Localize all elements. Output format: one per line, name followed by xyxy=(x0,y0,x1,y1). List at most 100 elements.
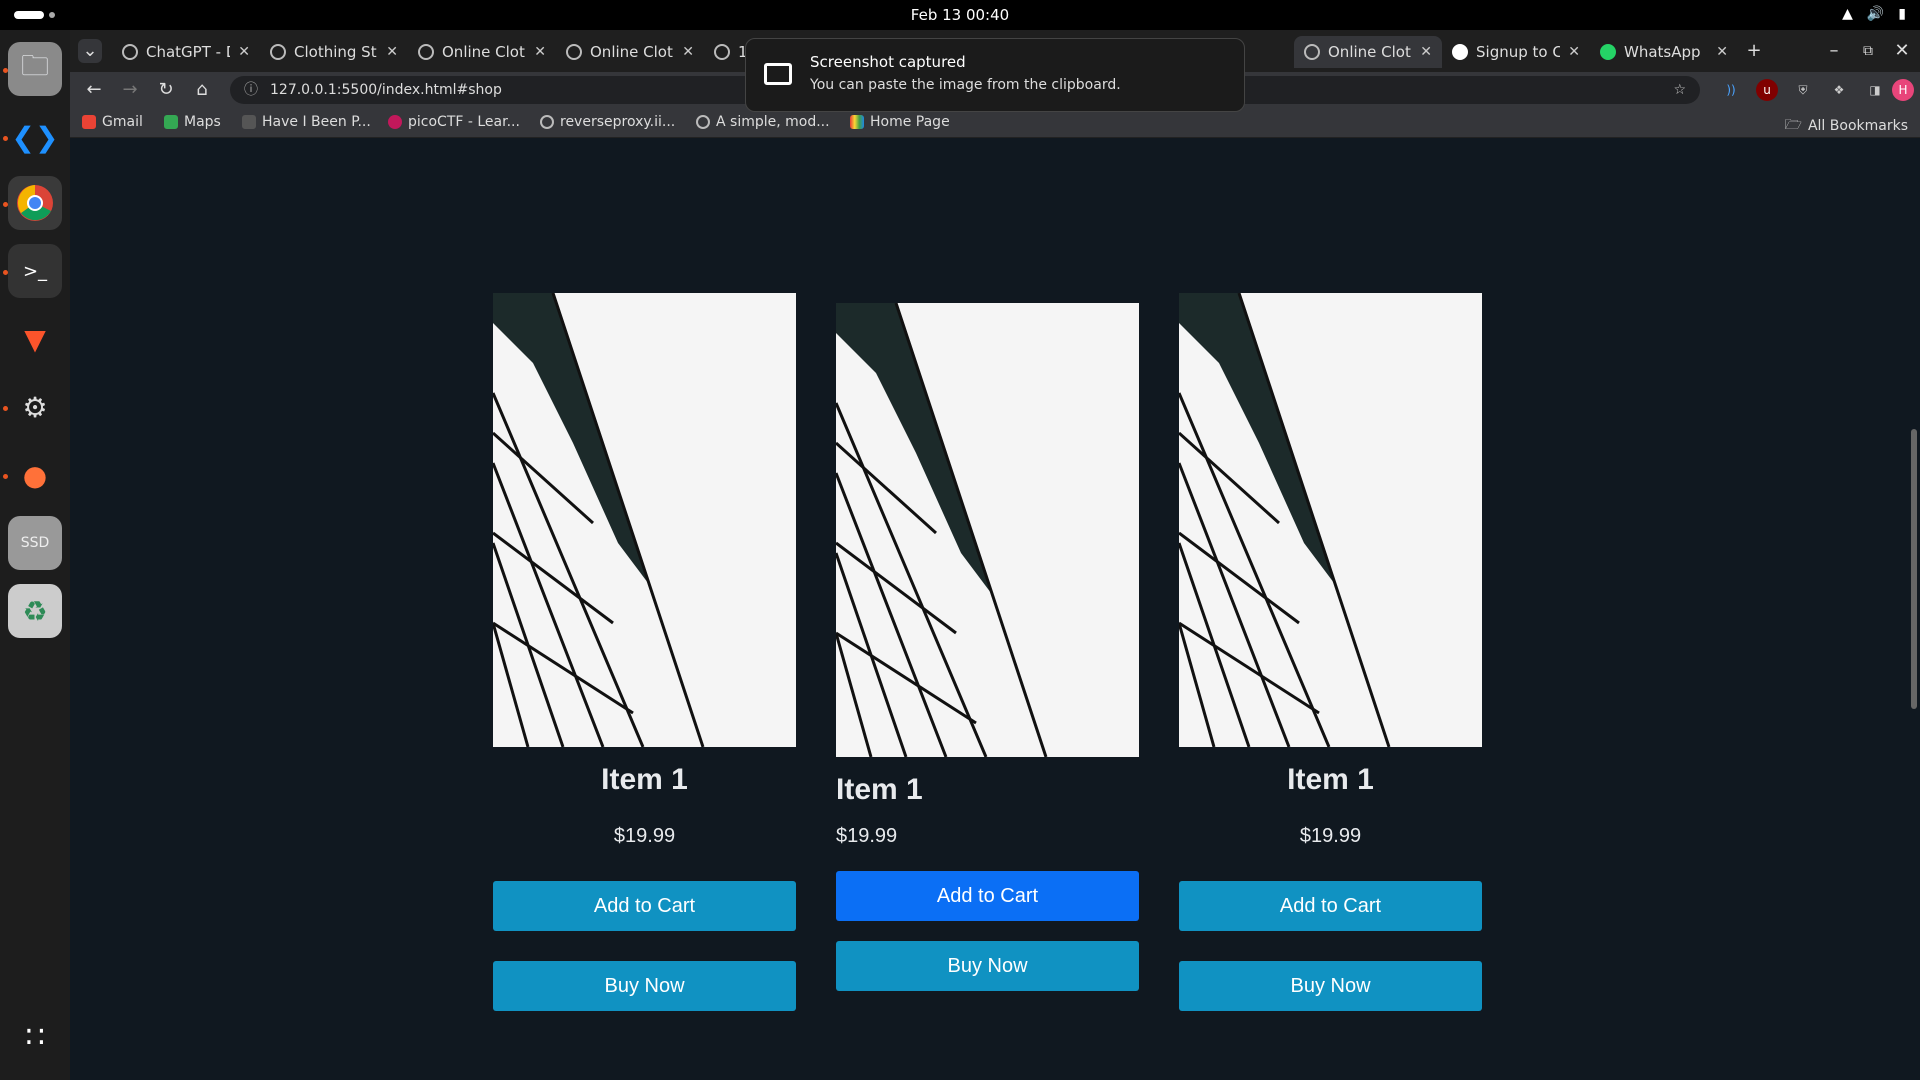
ssd-icon[interactable]: SSD xyxy=(8,516,62,570)
globe-icon xyxy=(696,115,710,129)
tab-online-clothing[interactable]: Online Clot ✕ xyxy=(408,36,556,68)
building-photo xyxy=(1179,293,1482,747)
product-price: $19.99 xyxy=(836,825,898,847)
bookmark-hibp[interactable]: Have I Been P... xyxy=(242,114,371,130)
all-bookmarks[interactable]: 🗁 All Bookmarks xyxy=(1785,114,1908,138)
hibp-icon xyxy=(242,115,256,129)
bookmark-reverseproxy[interactable]: reverseproxy.ii... xyxy=(540,114,675,130)
add-to-cart-button[interactable]: Add to Cart xyxy=(1179,881,1482,931)
new-tab-icon[interactable]: + xyxy=(1742,39,1766,63)
home-icon[interactable]: ⌂ xyxy=(190,78,214,102)
extension-icon[interactable]: )) xyxy=(1720,79,1742,101)
system-tray[interactable]: ▲ 🔊 ▮ xyxy=(1842,6,1906,22)
scrollbar-thumb[interactable] xyxy=(1911,429,1917,709)
github-icon xyxy=(1452,44,1468,60)
product-name: Item 1 xyxy=(601,763,688,796)
close-tab-icon[interactable]: ✕ xyxy=(534,44,546,60)
bookmark-simple-mod[interactable]: A simple, mod... xyxy=(696,114,830,130)
screenshot-notification[interactable]: Screenshot captured You can paste the im… xyxy=(745,38,1245,112)
globe-icon xyxy=(270,44,286,60)
battery-icon: ▮ xyxy=(1898,6,1906,22)
close-tab-icon[interactable]: ✕ xyxy=(1568,44,1580,60)
tab-online-clothing-active[interactable]: Online Clot ✕ xyxy=(1294,36,1442,68)
building-photo xyxy=(493,293,796,747)
trash-icon[interactable]: ♻ xyxy=(8,584,62,638)
product-name: Item 1 xyxy=(836,773,923,806)
bookmark-home-page[interactable]: Home Page xyxy=(850,114,950,130)
notification-body: You can paste the image from the clipboa… xyxy=(810,77,1121,93)
back-icon[interactable]: ← xyxy=(82,78,106,102)
terminal-icon[interactable]: >_ xyxy=(8,244,62,298)
close-tab-icon[interactable]: ✕ xyxy=(1420,44,1432,60)
tab-whatsapp[interactable]: WhatsApp ✕ xyxy=(1590,36,1738,68)
close-window-icon[interactable]: ✕ xyxy=(1890,39,1914,63)
tab-chatgpt[interactable]: ChatGPT - D ✕ xyxy=(112,36,260,68)
running-indicator xyxy=(3,474,8,479)
product-price: $19.99 xyxy=(613,825,676,847)
picoctf-icon xyxy=(388,115,402,129)
tab-github[interactable]: Signup to C ✕ xyxy=(1442,36,1590,68)
screenshot-icon xyxy=(764,63,792,85)
bookmark-maps[interactable]: Maps xyxy=(164,114,221,130)
product-image[interactable] xyxy=(836,303,1139,757)
firefox-icon[interactable]: ● xyxy=(8,448,62,502)
settings-icon[interactable]: ⚙ xyxy=(8,380,62,434)
globe-icon xyxy=(540,115,554,129)
bookmark-picoctf[interactable]: picoCTF - Lear... xyxy=(388,114,520,130)
globe-icon xyxy=(714,44,730,60)
site-info-icon[interactable]: ⓘ xyxy=(244,76,258,104)
whatsapp-icon xyxy=(1600,44,1616,60)
page-scrollbar[interactable] xyxy=(1908,139,1920,1080)
gmail-icon xyxy=(82,115,96,129)
notification-title: Screenshot captured xyxy=(810,53,966,71)
ublock-icon[interactable]: u xyxy=(1756,79,1778,101)
chrome-logo xyxy=(17,185,53,221)
app-grid-icon[interactable]: ∷ xyxy=(8,1010,62,1064)
product-card: Item 1 $19.99 Add to Cart Buy Now xyxy=(1179,293,1482,1013)
system-clock[interactable]: Feb 13 00:40 xyxy=(0,6,1920,24)
vscode-icon[interactable]: ❮❯ xyxy=(8,110,62,164)
running-indicator xyxy=(3,406,8,411)
reload-icon[interactable]: ↻ xyxy=(154,78,178,102)
bookmark-star-icon[interactable]: ☆ xyxy=(1673,76,1686,104)
maximize-icon[interactable]: ⧉ xyxy=(1856,39,1880,63)
shop-page: Item 1 $19.99 Add to Cart Buy Now Item 1… xyxy=(70,139,1920,1080)
homepage-icon xyxy=(850,115,864,129)
volume-icon: 🔊 xyxy=(1866,6,1885,22)
globe-icon xyxy=(418,44,434,60)
system-top-bar: Feb 13 00:40 ▲ 🔊 ▮ xyxy=(0,0,1920,30)
folder-icon: 🗁 xyxy=(1784,117,1802,133)
add-to-cart-button[interactable]: Add to Cart xyxy=(836,871,1139,921)
forward-icon[interactable]: → xyxy=(118,78,142,102)
files-icon[interactable]: 🗀 xyxy=(8,42,62,96)
brave-icon[interactable]: ▼ xyxy=(8,312,62,366)
minimize-icon[interactable]: – xyxy=(1822,39,1846,63)
buy-now-button[interactable]: Buy Now xyxy=(1179,961,1482,1011)
buy-now-button[interactable]: Buy Now xyxy=(493,961,796,1011)
product-image[interactable] xyxy=(493,293,796,747)
close-tab-icon[interactable]: ✕ xyxy=(238,44,250,60)
product-image[interactable] xyxy=(1179,293,1482,747)
running-indicator xyxy=(3,270,8,275)
bookmark-gmail[interactable]: Gmail xyxy=(82,114,143,130)
maps-icon xyxy=(164,115,178,129)
chrome-icon[interactable] xyxy=(8,176,62,230)
buy-now-button[interactable]: Buy Now xyxy=(836,941,1139,991)
close-tab-icon[interactable]: ✕ xyxy=(1716,44,1728,60)
extensions-puzzle-icon[interactable]: ❖ xyxy=(1828,79,1850,101)
product-card: Item 1 $19.99 Add to Cart Buy Now xyxy=(493,293,796,1013)
close-tab-icon[interactable]: ✕ xyxy=(682,44,694,60)
tab-online-clothing[interactable]: Online Clot ✕ xyxy=(556,36,704,68)
tab-search-icon[interactable]: ⌄ xyxy=(78,39,102,63)
close-tab-icon[interactable]: ✕ xyxy=(386,44,398,60)
globe-icon xyxy=(566,44,582,60)
shield-icon[interactable]: ⛨ xyxy=(1792,79,1814,101)
tab-clothing[interactable]: Clothing St ✕ xyxy=(260,36,408,68)
profile-avatar[interactable]: H xyxy=(1892,79,1914,101)
running-indicator xyxy=(3,136,8,141)
browser-window: ⌄ ChatGPT - D ✕ Clothing St ✕ Online Clot ✕… xyxy=(70,30,1920,1080)
running-indicator xyxy=(3,202,8,207)
globe-icon xyxy=(1304,44,1320,60)
add-to-cart-button[interactable]: Add to Cart xyxy=(493,881,796,931)
side-panel-icon[interactable]: ◨ xyxy=(1864,79,1886,101)
